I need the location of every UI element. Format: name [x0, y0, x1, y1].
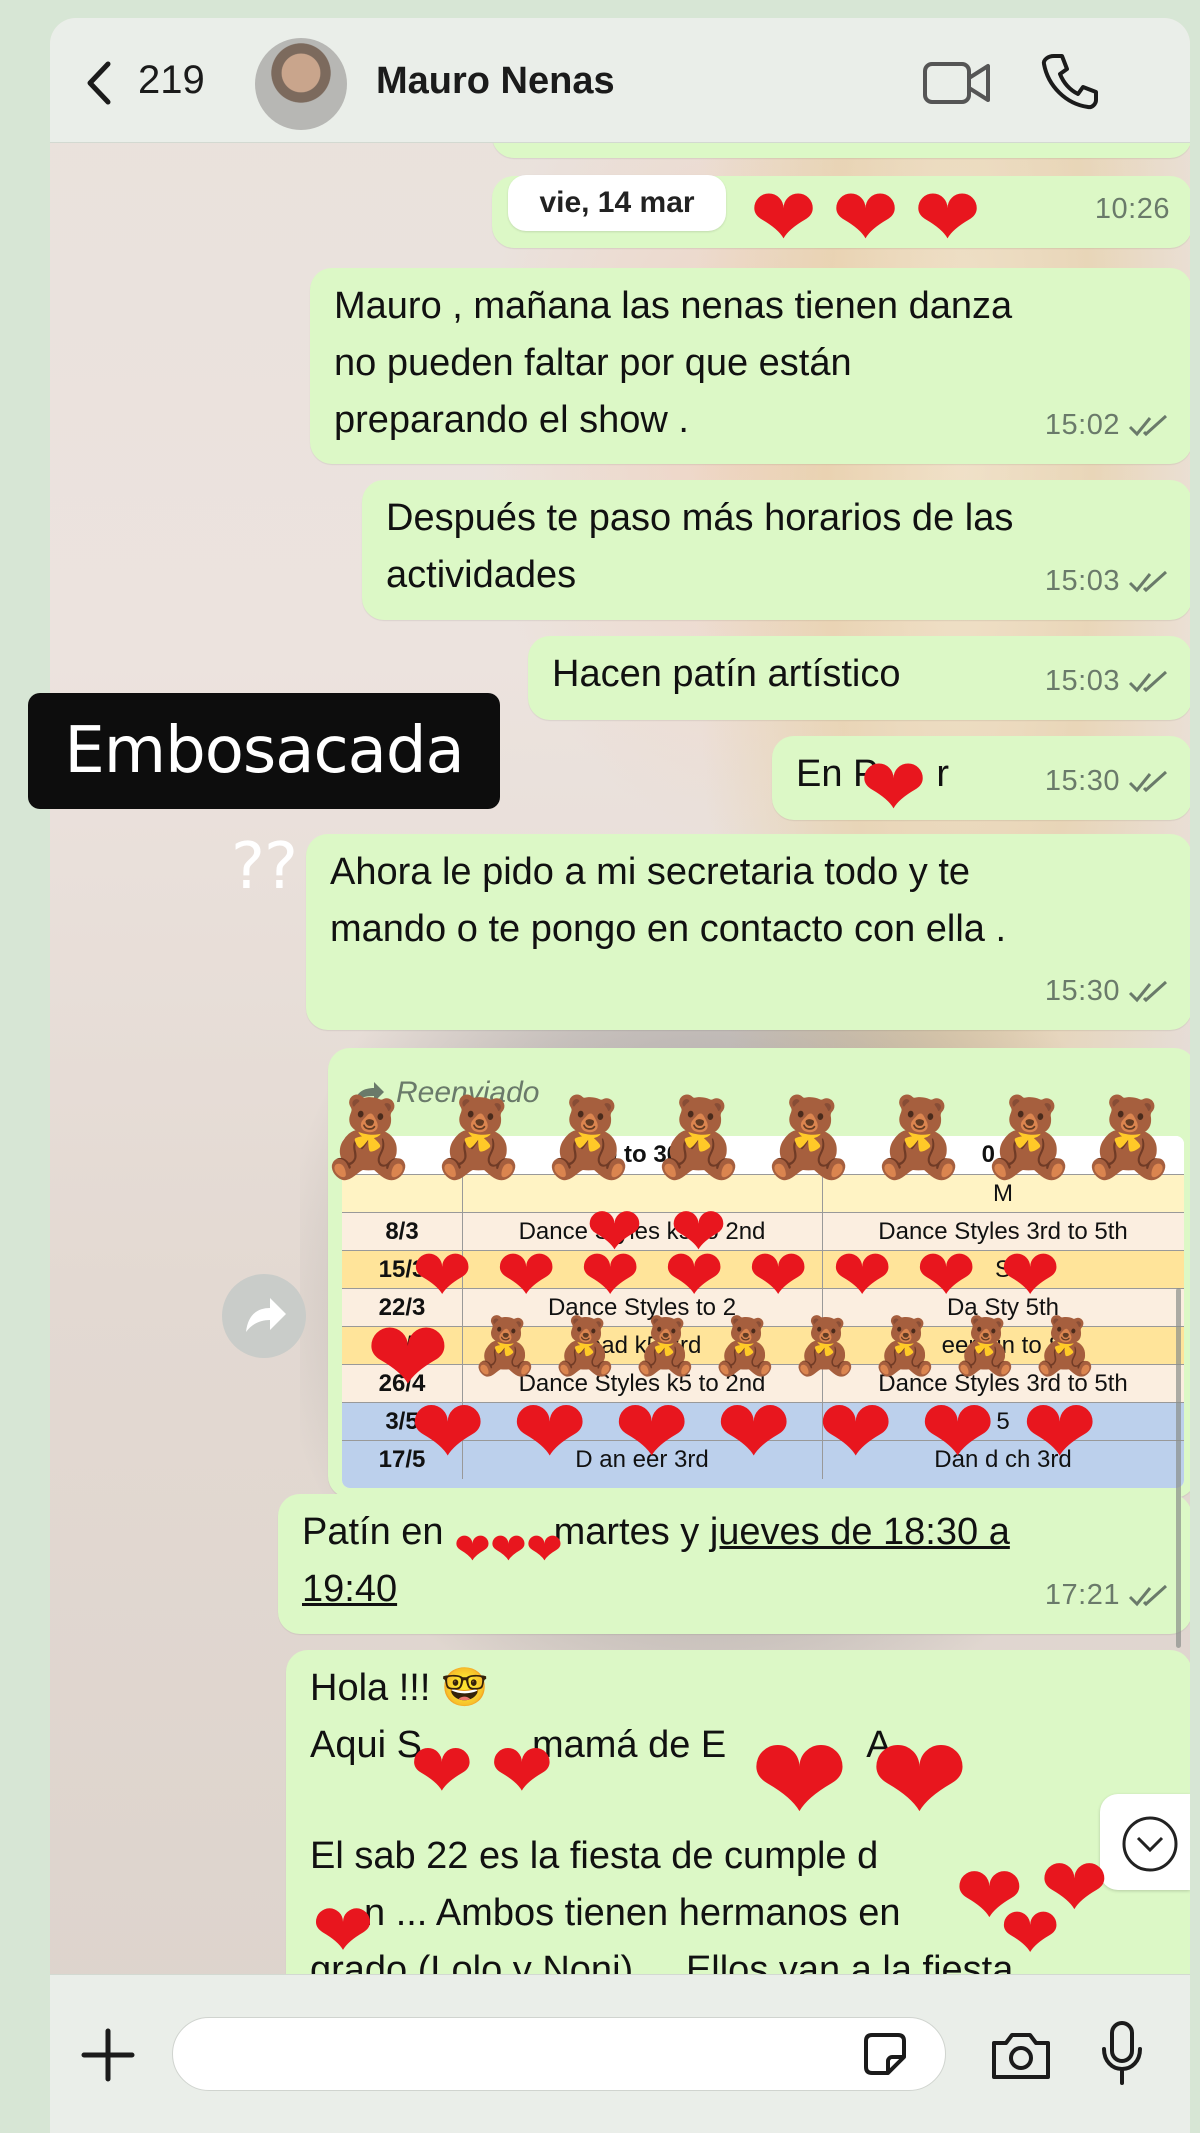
bear-sticker: 🧸: [1030, 1314, 1100, 1377]
bear-sticker: 🧸: [550, 1314, 620, 1377]
heart-sticker: ❤: [454, 1525, 491, 1574]
message-text-line: n ... Ambos tienen hermanos en: [364, 1892, 901, 1934]
camera-icon[interactable]: [990, 2029, 1052, 2081]
heart-sticker: ❤: [750, 173, 818, 262]
message-text: Mauro , mañana las nenas tienen danza no…: [334, 285, 1013, 441]
bear-sticker: 🧸: [320, 1093, 418, 1181]
bear-sticker: 🧸: [760, 1093, 858, 1181]
heart-sticker: ❤: [1000, 1236, 1061, 1316]
message-meta: 15:03: [1045, 653, 1170, 710]
message-bubble[interactable]: Ahora le pido a mi secretaria todo y te …: [306, 834, 1190, 1030]
heart-sticker: ❤: [870, 1715, 969, 1847]
heart-sticker: ❤: [580, 1236, 641, 1316]
message-bubble[interactable]: Patín en martes y jueves de 18:30 a 19:40…: [278, 1494, 1190, 1634]
bear-sticker: 🧸: [710, 1314, 780, 1377]
heart-sticker: ❤: [614, 1383, 690, 1483]
sticker-icon[interactable]: [860, 2029, 910, 2079]
message-meta: 10:26: [1095, 181, 1170, 238]
message-meta: 15:30: [1045, 963, 1170, 1020]
heart-sticker: ❤: [914, 173, 982, 262]
back-unread-count[interactable]: 219: [138, 58, 205, 103]
bear-sticker: 🧸: [650, 1093, 748, 1181]
message-time: 17:21: [1044, 1579, 1120, 1611]
chat-screen: 10:26 Mauro , mañana las nenas tienen da…: [50, 18, 1190, 2133]
heart-sticker: ❤: [312, 1889, 375, 1972]
bear-sticker: 🧸: [630, 1314, 700, 1377]
bear-sticker: 🧸: [790, 1314, 860, 1377]
contact-name[interactable]: Mauro Nenas: [376, 60, 615, 103]
bear-sticker: 🧸: [470, 1314, 540, 1377]
message-time: 15:30: [1044, 975, 1120, 1007]
heart-sticker: ❤: [496, 1236, 557, 1316]
heart-sticker: ❤: [832, 173, 900, 262]
message-time: 15:03: [1044, 665, 1120, 697]
avatar[interactable]: [255, 38, 347, 130]
heart-sticker: ❤: [1000, 1894, 1061, 1974]
heart-sticker: ❤: [490, 1729, 554, 1814]
story-caption: Embosacada ??: [28, 693, 500, 904]
message-meta: 17:21: [1045, 1567, 1170, 1624]
heart-sticker: ❤: [832, 1236, 893, 1316]
chevron-down-icon: [1122, 1816, 1178, 1872]
message-text: Ahora le pido a mi secretaria todo y te …: [330, 851, 1007, 950]
double-check-icon: [1128, 770, 1168, 792]
message-text-tail: r: [936, 753, 950, 795]
message-input[interactable]: [172, 2017, 946, 2091]
plus-icon[interactable]: [80, 2027, 136, 2083]
message-bubble[interactable]: Mauro , mañana las nenas tienen danza no…: [310, 268, 1190, 464]
heart-sticker: ❤: [1022, 1383, 1098, 1483]
back-chevron-icon[interactable]: [80, 58, 120, 108]
double-check-icon: [1128, 1584, 1168, 1606]
bear-sticker: 🧸: [870, 1314, 940, 1377]
heart-sticker: ❤: [490, 1525, 527, 1574]
double-check-icon: [1128, 414, 1168, 436]
video-call-icon[interactable]: [922, 58, 992, 108]
microphone-icon[interactable]: [1100, 2019, 1144, 2087]
double-check-icon: [1128, 670, 1168, 692]
double-check-icon: [1128, 570, 1168, 592]
share-button[interactable]: [222, 1274, 306, 1358]
message-meta: 15:02: [1045, 397, 1170, 454]
phone-call-icon[interactable]: [1040, 52, 1098, 110]
message-meta: 15:30: [1045, 753, 1170, 810]
heart-sticker: ❤: [410, 1383, 486, 1483]
bear-sticker: 🧸: [950, 1314, 1020, 1377]
scroll-to-bottom-button[interactable]: [1100, 1794, 1190, 1890]
bear-sticker: 🧸: [1080, 1093, 1178, 1181]
message-text-mid: mamá de E: [531, 1724, 727, 1766]
heart-sticker: ❤: [664, 1236, 725, 1316]
message-time: 15:03: [1044, 565, 1120, 597]
message-time: 15:02: [1044, 409, 1120, 441]
message-time: 15:30: [1044, 765, 1120, 797]
message-text-mid: martes y: [553, 1511, 710, 1553]
message-meta: 15:03: [1045, 553, 1170, 610]
message-text: Patín en: [302, 1511, 444, 1553]
bear-sticker: 🧸: [870, 1093, 968, 1181]
bear-sticker: 🧸: [540, 1093, 638, 1181]
heart-sticker: ❤: [526, 1525, 563, 1574]
share-icon: [246, 1298, 286, 1332]
heart-sticker: ❤: [920, 1383, 996, 1483]
heart-sticker: ❤: [750, 1715, 849, 1847]
heart-sticker: ❤: [410, 1729, 474, 1814]
composer-bar: [50, 1974, 1190, 2133]
date-separator: vie, 14 mar: [508, 175, 726, 231]
message-bubble[interactable]: Después te paso más horarios de las acti…: [362, 480, 1190, 620]
message-time: 10:26: [1094, 193, 1170, 225]
bear-sticker: 🧸: [980, 1093, 1078, 1181]
message-bubble[interactable]: En Pr 15:30: [772, 736, 1190, 820]
chat-header: 219 Mauro Nenas: [50, 18, 1190, 143]
double-check-icon: [1128, 980, 1168, 1002]
scrollbar[interactable]: [1176, 1288, 1181, 1648]
heart-sticker: ❤: [860, 743, 928, 832]
heart-sticker: ❤: [512, 1383, 588, 1483]
bear-sticker: 🧸: [430, 1093, 528, 1181]
heart-sticker: ❤: [748, 1236, 809, 1316]
heart-sticker: ❤: [818, 1383, 894, 1483]
heart-sticker: ❤: [916, 1236, 977, 1316]
message-bubble[interactable]: Hacen patín artístico 15:03: [528, 636, 1190, 720]
heart-sticker: ❤: [716, 1383, 792, 1483]
